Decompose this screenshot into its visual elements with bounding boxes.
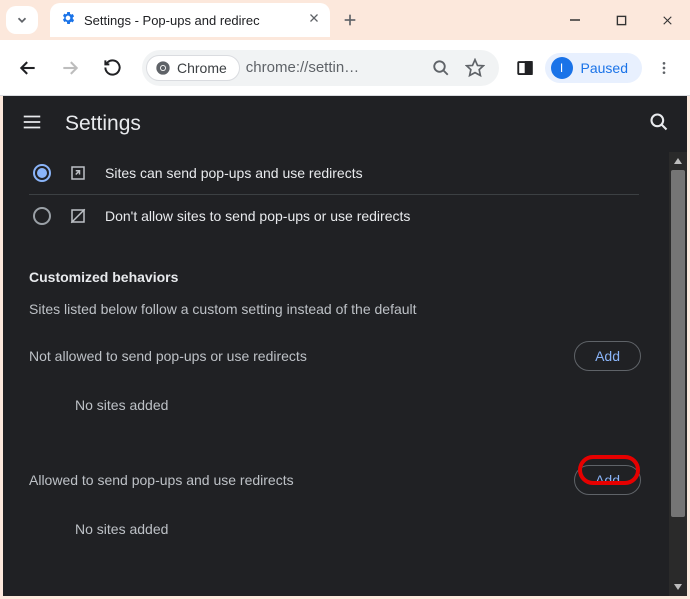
scroll-up-arrow[interactable] (669, 152, 687, 170)
zoom-icon[interactable] (427, 54, 455, 82)
scroll-track[interactable] (669, 170, 687, 578)
page-title: Settings (65, 112, 627, 136)
site-chip[interactable]: Chrome (146, 55, 240, 81)
forward-button[interactable] (52, 50, 88, 86)
radio-label: Don't allow sites to send pop-ups or use… (105, 208, 410, 224)
browser-tab[interactable]: Settings - Pop-ups and redirec (50, 3, 330, 37)
popup-allow-icon (69, 164, 87, 182)
site-chip-label: Chrome (177, 60, 227, 76)
allowed-row: Allowed to send pop-ups and use redirect… (3, 413, 663, 501)
add-allowed-button[interactable]: Add (574, 465, 641, 495)
window-controls (552, 0, 690, 40)
new-tab-button[interactable] (334, 4, 366, 36)
radio-selected-icon (33, 164, 51, 182)
avatar: I (551, 57, 573, 79)
minimize-button[interactable] (552, 0, 598, 40)
settings-content: Sites can send pop-ups and use redirects… (3, 152, 663, 596)
radio-label: Sites can send pop-ups and use redirects (105, 165, 363, 181)
vertical-scrollbar[interactable] (669, 152, 687, 596)
side-panel-icon[interactable] (511, 54, 539, 82)
not-allowed-label: Not allowed to send pop-ups or use redir… (29, 348, 574, 364)
reload-button[interactable] (94, 50, 130, 86)
allowed-empty: No sites added (3, 501, 663, 537)
tab-title: Settings - Pop-ups and redirec (84, 13, 300, 28)
profile-status: Paused (581, 60, 628, 76)
settings-header: Settings (3, 96, 687, 152)
scroll-down-arrow[interactable] (669, 578, 687, 596)
custom-behaviors-subtitle: Sites listed below follow a custom setti… (3, 293, 663, 317)
scroll-thumb[interactable] (671, 170, 685, 517)
maximize-button[interactable] (598, 0, 644, 40)
radio-block-popups[interactable]: Don't allow sites to send pop-ups or use… (3, 195, 663, 237)
gear-icon (60, 10, 76, 31)
custom-behaviors-heading: Customized behaviors (3, 237, 663, 293)
add-not-allowed-button[interactable]: Add (574, 341, 641, 371)
profile-chip[interactable]: I Paused (545, 53, 642, 83)
allowed-label: Allowed to send pop-ups and use redirect… (29, 472, 574, 488)
search-icon[interactable] (649, 112, 669, 137)
not-allowed-row: Not allowed to send pop-ups or use redir… (3, 317, 663, 377)
address-bar[interactable]: Chrome chrome://settin… (142, 50, 499, 86)
popup-block-icon (69, 207, 87, 225)
menu-button[interactable] (648, 52, 680, 84)
radio-allow-popups[interactable]: Sites can send pop-ups and use redirects (3, 152, 663, 194)
hamburger-icon[interactable] (21, 111, 43, 138)
chrome-logo-icon (155, 60, 171, 76)
browser-toolbar: Chrome chrome://settin… I Paused (0, 40, 690, 96)
close-tab-icon[interactable] (308, 11, 320, 29)
radio-unselected-icon (33, 207, 51, 225)
url-text: chrome://settin… (246, 59, 421, 76)
window-titlebar: Settings - Pop-ups and redirec (0, 0, 690, 40)
page-viewport: Settings Sites can send pop-ups and use … (3, 96, 687, 596)
not-allowed-empty: No sites added (3, 377, 663, 413)
back-button[interactable] (10, 50, 46, 86)
tab-search-button[interactable] (6, 6, 38, 34)
close-window-button[interactable] (644, 0, 690, 40)
bookmark-icon[interactable] (461, 54, 489, 82)
